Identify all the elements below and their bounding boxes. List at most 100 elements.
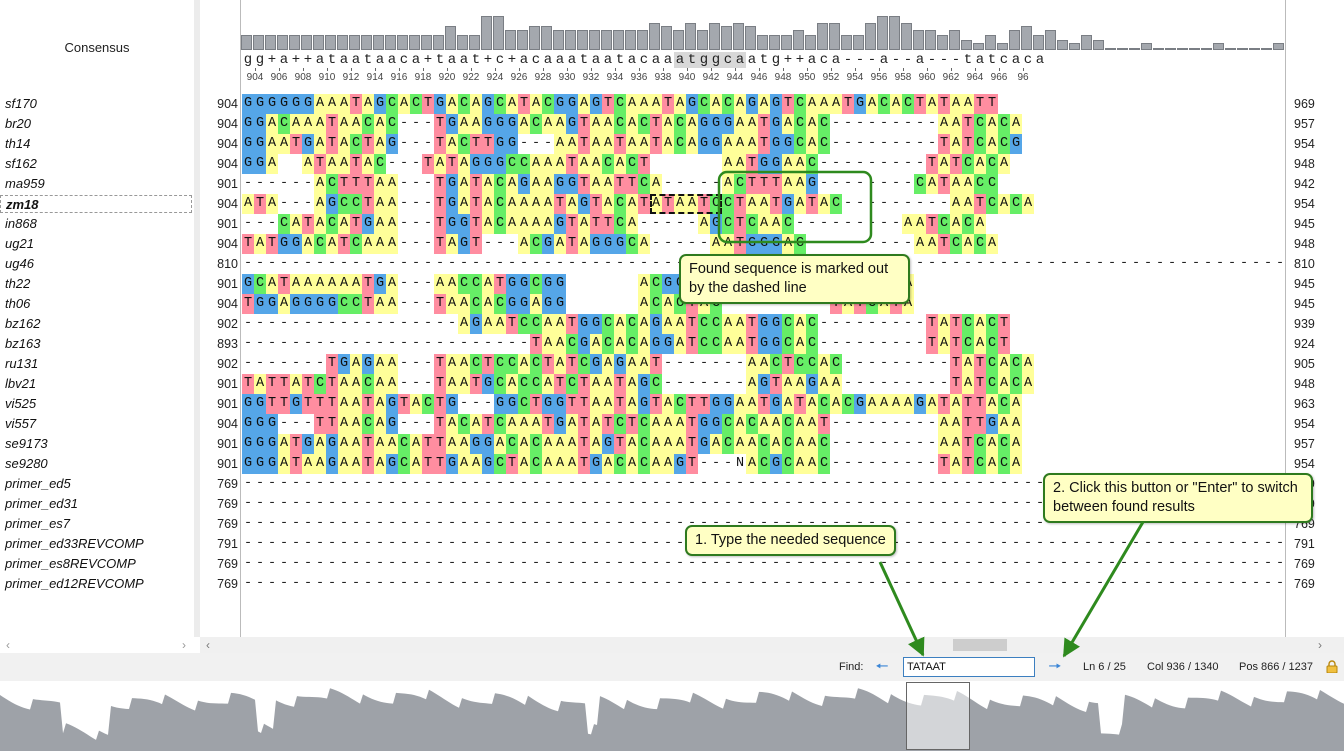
residue: -	[855, 156, 865, 171]
residue: G	[806, 374, 818, 394]
residue: A	[446, 414, 458, 434]
residue: C	[530, 434, 542, 454]
sequence-name[interactable]: ma959	[0, 175, 192, 193]
residue: A	[338, 214, 350, 234]
histogram-bar	[517, 29, 528, 50]
residue: A	[350, 374, 362, 394]
sequence-name[interactable]: th06	[0, 295, 192, 313]
residue: -	[591, 256, 601, 271]
residue: -	[1191, 256, 1201, 271]
residue: T	[434, 114, 446, 134]
sequence-name[interactable]: bz163	[0, 335, 192, 353]
sequence-name[interactable]: lbv21	[0, 375, 192, 393]
residue: -	[855, 376, 865, 391]
residue: A	[506, 214, 518, 234]
residue: A	[410, 434, 422, 454]
residue: A	[674, 94, 686, 114]
residue: G	[770, 234, 782, 254]
scrollbar-thumb[interactable]	[953, 639, 1007, 651]
sequence-name[interactable]: primer_ed31	[0, 495, 192, 513]
residue: A	[926, 174, 938, 194]
residue: -	[1179, 536, 1189, 551]
residue: A	[650, 174, 662, 194]
residue: -	[327, 536, 337, 551]
ruler-label: 904	[246, 72, 264, 83]
sequence-name[interactable]: vi557	[0, 415, 192, 433]
residue: C	[506, 434, 518, 454]
lock-icon[interactable]	[1326, 660, 1338, 673]
residue: -	[567, 476, 577, 491]
sequence-name[interactable]: in868	[0, 215, 192, 233]
names-horizontal-scrollbar[interactable]: ‹ ›	[0, 637, 194, 653]
residue: T	[746, 154, 758, 174]
sequence-name[interactable]: sf170	[0, 95, 192, 113]
residue: A	[482, 314, 494, 334]
residue: T	[926, 334, 938, 354]
sequence-name[interactable]: ug46	[0, 255, 192, 273]
sequence-name[interactable]: br20	[0, 115, 192, 133]
sequence-name[interactable]: ug21	[0, 235, 192, 253]
residue: A	[542, 374, 554, 394]
sequence-name[interactable]: primer_ed12REVCOMP	[0, 575, 192, 593]
residue: G	[470, 154, 482, 174]
residue: -	[939, 196, 949, 211]
sequence-name[interactable]: bz162	[0, 315, 192, 333]
residue: A	[626, 434, 638, 454]
residue: -	[1275, 576, 1285, 591]
residue: T	[542, 414, 554, 434]
ruler-label: 940	[678, 72, 696, 83]
consensus-residue: a	[459, 52, 469, 68]
residue: -	[975, 476, 985, 491]
sequence-name[interactable]: se9280	[0, 455, 192, 473]
sequence-name[interactable]: primer_ed33REVCOMP	[0, 535, 192, 553]
histogram-bar	[325, 34, 336, 50]
residue: -	[927, 376, 937, 391]
residue: -	[1095, 256, 1105, 271]
residue: -	[267, 496, 277, 511]
sequence-name[interactable]: primer_ed5	[0, 475, 192, 493]
sequence-name[interactable]: ru131	[0, 355, 192, 373]
ruler-label: 932	[582, 72, 600, 83]
left-arrow-icon[interactable]: 🠔	[872, 657, 892, 677]
chevron-right-icon[interactable]: ›	[1312, 637, 1328, 653]
residue: G	[254, 454, 266, 474]
residue: -	[387, 256, 397, 271]
residue: -	[711, 476, 721, 491]
residue: -	[279, 496, 289, 511]
start-position: 769	[217, 497, 238, 511]
histogram-bar	[589, 29, 600, 50]
residue: -	[867, 116, 877, 131]
alignment-horizontal-scrollbar[interactable]: ‹ ›	[200, 637, 1344, 653]
residue: A	[518, 114, 530, 134]
chevron-left-icon[interactable]: ‹	[200, 637, 216, 653]
residue: -	[1227, 556, 1237, 571]
residue: A	[278, 134, 290, 154]
residue: C	[494, 374, 506, 394]
residue: -	[1131, 556, 1141, 571]
right-arrow-icon[interactable]: 🠖	[1045, 657, 1065, 677]
residue: A	[278, 294, 290, 314]
residue: T	[302, 374, 314, 394]
sequence-name[interactable]: th22	[0, 275, 192, 293]
sequence-name[interactable]: primer_es7	[0, 515, 192, 533]
find-input[interactable]	[903, 657, 1035, 677]
histogram-bar	[697, 29, 708, 50]
residue: A	[758, 214, 770, 234]
sequence-name[interactable]: th14	[0, 135, 192, 153]
consensus-residue: c	[722, 52, 734, 68]
sequence-name[interactable]: se9173	[0, 435, 192, 453]
residue: -	[855, 476, 865, 491]
residue: -	[327, 256, 337, 271]
residue: T	[422, 454, 434, 474]
residue: -	[267, 256, 277, 271]
residue: -	[915, 476, 925, 491]
sequence-name[interactable]: vi525	[0, 395, 192, 413]
overview-viewport[interactable]	[906, 682, 970, 750]
sequence-name[interactable]: sf162	[0, 155, 192, 173]
sequence-name[interactable]: zm18	[0, 195, 192, 213]
residue: -	[447, 336, 457, 351]
alignment-overview[interactable]	[0, 681, 1344, 751]
chevron-left-icon[interactable]: ‹	[0, 637, 16, 653]
chevron-right-icon[interactable]: ›	[176, 637, 192, 653]
sequence-name[interactable]: primer_es8REVCOMP	[0, 555, 192, 573]
